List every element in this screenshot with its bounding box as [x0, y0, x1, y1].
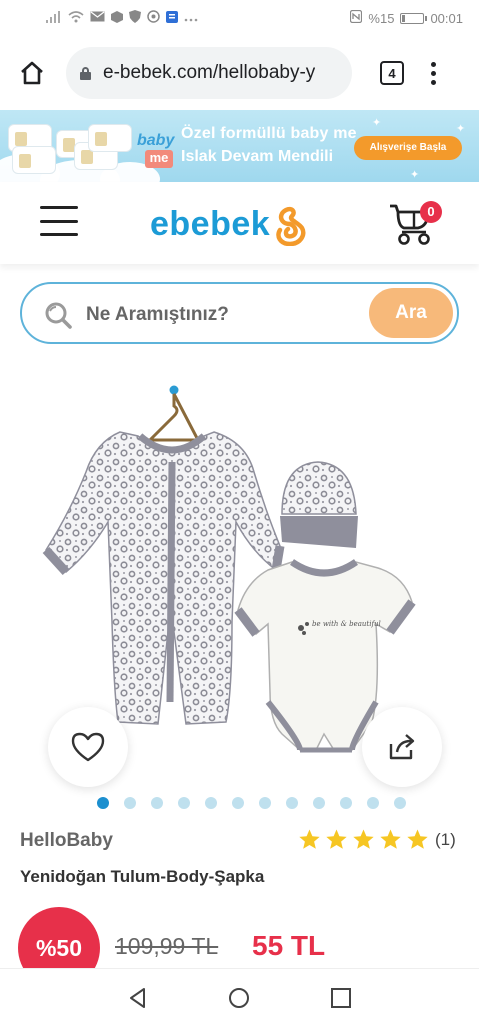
old-price: 109,99 TL — [115, 933, 219, 959]
carousel-dot[interactable] — [394, 797, 406, 809]
hamburger-icon — [40, 206, 78, 209]
banner-shop-button[interactable]: Alışverişe Başla — [354, 136, 462, 160]
search-button[interactable]: Ara — [369, 288, 453, 338]
recent-apps-icon[interactable] — [330, 987, 352, 1009]
battery-percent: %15 — [368, 10, 395, 26]
app-icon — [166, 10, 178, 26]
clock: 00:01 — [430, 10, 463, 26]
carousel-dot[interactable] — [151, 797, 163, 809]
shield-icon — [129, 10, 141, 26]
heart-icon — [71, 732, 105, 762]
favorite-button[interactable] — [48, 707, 128, 787]
battery-fill — [402, 14, 406, 22]
battery-icon — [400, 12, 428, 24]
url-text: e-bebek.com/hellobaby-y — [103, 62, 316, 83]
share-icon — [389, 734, 415, 760]
more-vert-icon — [430, 61, 436, 67]
system-navigation-bar — [0, 968, 479, 1024]
browser-menu-button[interactable] — [430, 61, 436, 85]
baby-me-logo-me: me — [145, 150, 173, 168]
carousel-dot[interactable] — [124, 797, 136, 809]
carousel-dot[interactable] — [313, 797, 325, 809]
promo-banner[interactable]: baby me Özel formüllü baby me Islak Deva… — [0, 110, 479, 182]
home-icon — [21, 61, 43, 85]
tab-count: 4 — [388, 65, 396, 81]
rating-stars — [298, 828, 433, 851]
banner-line-2: Islak Devam Mendili — [181, 148, 334, 165]
wipes-pack-images — [4, 116, 134, 178]
star-icon — [353, 829, 374, 849]
banner-line-1: Özel formüllü baby me — [181, 125, 357, 142]
search-input[interactable] — [86, 303, 356, 327]
star-icon — [407, 829, 428, 849]
carousel-dot[interactable] — [286, 797, 298, 809]
browser-home-button[interactable] — [14, 55, 50, 91]
more-notifications-icon — [184, 11, 198, 25]
logo-text: ebebek — [150, 204, 271, 243]
tab-switcher-button[interactable]: 4 — [380, 61, 404, 85]
rating-count: (1) — [435, 829, 456, 849]
home-nav-icon[interactable] — [228, 987, 250, 1009]
product-rating[interactable]: (1) — [298, 828, 456, 851]
product-title: Yenidoğan Tulum-Body-Şapka — [20, 867, 265, 886]
carousel-dot[interactable] — [205, 797, 217, 809]
back-icon[interactable] — [127, 987, 149, 1009]
site-header: ebebek — [0, 182, 479, 264]
star-icon — [380, 829, 401, 849]
hamburger-menu-button[interactable] — [40, 206, 78, 236]
product-brand[interactable]: HelloBaby — [20, 830, 113, 852]
site-logo[interactable]: ebebek — [150, 202, 308, 246]
carousel-dot[interactable] — [259, 797, 271, 809]
carousel-dot[interactable] — [340, 797, 352, 809]
cube-icon — [111, 10, 123, 26]
status-bar: %15 00:01 — [0, 0, 479, 36]
carousel-dot[interactable] — [178, 797, 190, 809]
wifi-icon — [68, 10, 84, 26]
share-button[interactable] — [362, 707, 442, 787]
search-bar: Ara — [20, 282, 459, 344]
nfc-icon — [350, 9, 363, 26]
mail-icon — [90, 11, 105, 25]
onesie-print-text: be with & beautiful — [312, 620, 381, 628]
cart-count-badge: 0 — [420, 201, 442, 223]
status-system: %15 00:01 — [350, 9, 463, 26]
logo-mark-icon — [276, 206, 306, 246]
sale-price: 55 TL — [252, 930, 326, 961]
url-bar[interactable]: e-bebek.com/hellobaby-y — [66, 47, 352, 99]
carousel-dot[interactable] — [232, 797, 244, 809]
star-icon — [299, 829, 320, 849]
browser-toolbar: e-bebek.com/hellobaby-y 4 — [0, 36, 479, 110]
image-carousel-dots[interactable] — [97, 797, 406, 809]
search-icon — [45, 302, 72, 329]
carousel-dot[interactable] — [97, 797, 109, 809]
lock-icon — [80, 66, 91, 80]
star-icon — [326, 829, 347, 849]
baby-me-logo-baby: baby — [137, 132, 175, 149]
whatsapp-icon — [147, 10, 160, 26]
carousel-dot[interactable] — [367, 797, 379, 809]
status-notification-icons — [46, 10, 198, 26]
signal-icon — [46, 10, 62, 26]
